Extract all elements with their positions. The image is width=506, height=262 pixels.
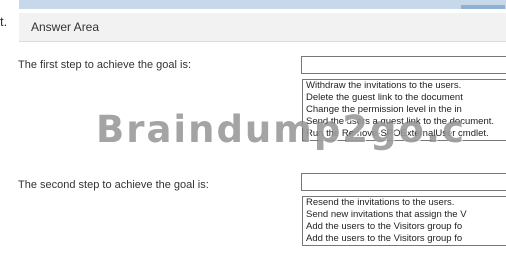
second-step-option-2[interactable]: Send new invitations that assign the V xyxy=(303,209,506,221)
second-step-option-4[interactable]: Add the users to the Visitors group fo xyxy=(303,233,506,245)
second-step-option-1[interactable]: Resend the invitations to the users. xyxy=(303,197,506,209)
second-step-option-3[interactable]: Add the users to the Visitors group fo xyxy=(303,221,506,233)
first-step-option-2[interactable]: Delete the guest link to the document xyxy=(303,92,506,104)
top-bar-indicator xyxy=(461,5,505,9)
watermark: Braindump2go.c xyxy=(96,108,466,151)
second-step-dropdown[interactable] xyxy=(301,173,506,191)
first-step-option-1[interactable]: Withdraw the invitations to the users. xyxy=(303,80,506,92)
top-bar xyxy=(19,0,506,9)
first-step-dropdown[interactable] xyxy=(301,56,506,74)
second-step-options: Resend the invitations to the users. Sen… xyxy=(302,196,506,246)
answer-area-title: Answer Area xyxy=(31,20,100,34)
edge-text: t. xyxy=(0,14,8,29)
answer-area-header: Answer Area xyxy=(19,13,506,42)
first-step-prompt: The first step to achieve the goal is: xyxy=(18,59,192,71)
second-step-prompt: The second step to achieve the goal is: xyxy=(18,179,209,191)
